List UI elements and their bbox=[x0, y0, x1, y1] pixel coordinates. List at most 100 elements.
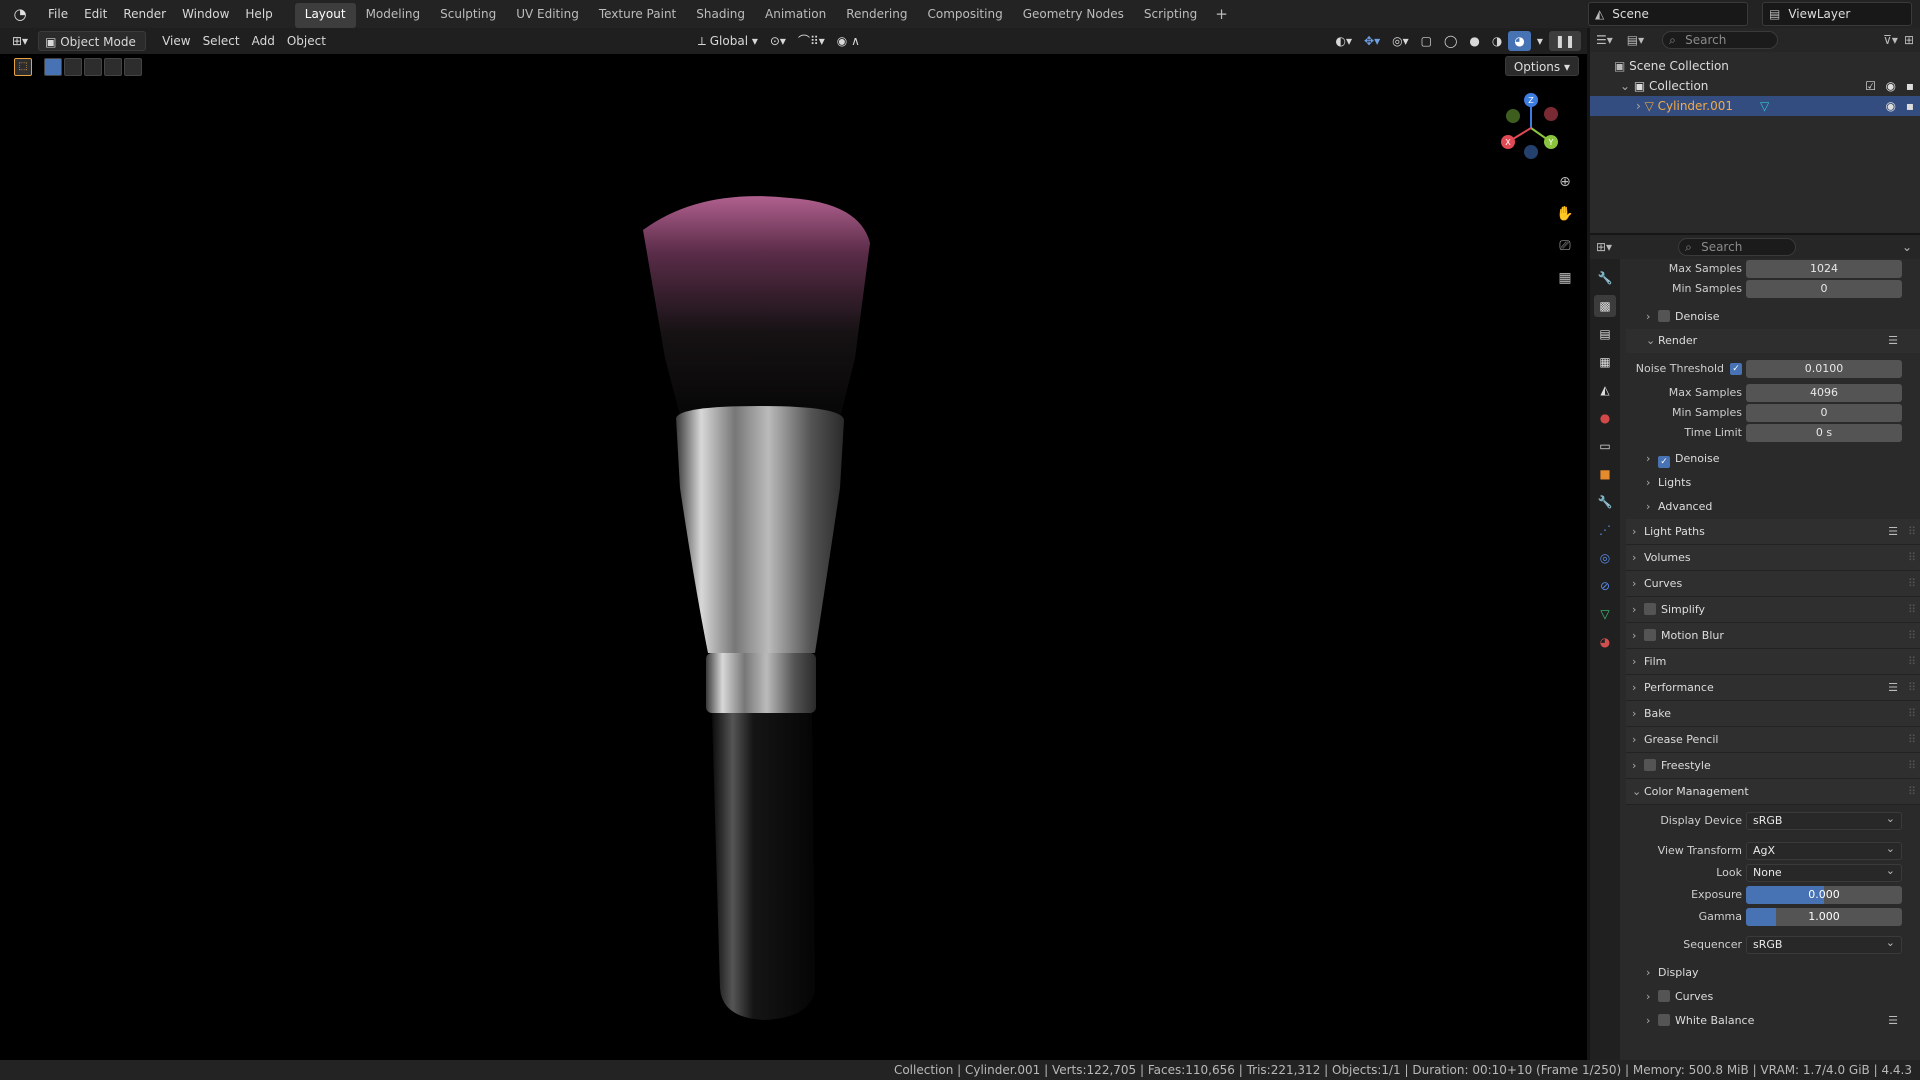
film-section[interactable]: › Film ⠿ bbox=[1626, 649, 1920, 675]
object-tab-icon[interactable]: ■ bbox=[1594, 463, 1616, 485]
tab-geometry-nodes[interactable]: Geometry Nodes bbox=[1013, 3, 1134, 28]
object-row[interactable]: › ▽ Cylinder.001 ▽ ◉ ▪ bbox=[1590, 96, 1920, 116]
properties-search-input[interactable]: ⌕ Search bbox=[1678, 238, 1797, 256]
viewport-min-samples-field[interactable]: 0 bbox=[1746, 280, 1902, 298]
menu-help[interactable]: Help bbox=[237, 0, 280, 28]
menu-window[interactable]: Window bbox=[174, 0, 237, 28]
curves-section[interactable]: › Curves ⠿ bbox=[1626, 571, 1920, 597]
camera-view-icon[interactable]: ⎚ bbox=[1553, 234, 1577, 258]
display-mode-icon[interactable]: ▤▾ bbox=[1627, 33, 1644, 47]
tool-tab-icon[interactable]: 🔧 bbox=[1594, 267, 1616, 289]
look-dropdown[interactable]: None bbox=[1746, 863, 1902, 882]
drag-handle-icon[interactable]: ⠿ bbox=[1908, 623, 1916, 649]
lights-subpanel[interactable]: › Lights bbox=[1626, 471, 1920, 495]
drag-handle-icon[interactable]: ⠿ bbox=[1908, 571, 1916, 597]
drag-handle-icon[interactable]: ⠿ bbox=[1908, 649, 1916, 675]
noise-threshold-checkbox[interactable]: ✓ bbox=[1730, 363, 1742, 375]
light-paths-section[interactable]: › Light Paths ☰ ⠿ bbox=[1626, 519, 1920, 545]
time-limit-field[interactable]: 0 s bbox=[1746, 424, 1902, 442]
simplify-section[interactable]: › Simplify ⠿ bbox=[1626, 597, 1920, 623]
add-workspace-icon[interactable]: + bbox=[1207, 0, 1236, 28]
drag-handle-icon[interactable]: ⠿ bbox=[1908, 545, 1916, 571]
physics-tab-icon[interactable]: ◎ bbox=[1594, 547, 1616, 569]
data-tab-icon[interactable]: ▽ bbox=[1594, 603, 1616, 625]
drag-handle-icon[interactable]: ⠿ bbox=[1908, 597, 1916, 623]
cm-display-subpanel[interactable]: › Display bbox=[1626, 961, 1920, 985]
tab-uv-editing[interactable]: UV Editing bbox=[506, 3, 589, 28]
tab-shading[interactable]: Shading bbox=[686, 3, 755, 28]
eye-icon[interactable]: ◉ bbox=[1886, 76, 1896, 96]
collection-row[interactable]: ⌄ ▣ Collection ☑ ◉ ▪ bbox=[1590, 76, 1920, 96]
exclude-checkbox[interactable]: ☑ bbox=[1865, 76, 1876, 96]
expand-chevron-icon[interactable]: › bbox=[1636, 99, 1645, 113]
freestyle-checkbox[interactable] bbox=[1644, 759, 1656, 771]
noise-threshold-field[interactable]: 0.0100 bbox=[1746, 360, 1902, 378]
menu-render[interactable]: Render bbox=[115, 0, 174, 28]
motion-blur-section[interactable]: › Motion Blur ⠿ bbox=[1626, 623, 1920, 649]
properties-options-icon[interactable]: ⌄ bbox=[1902, 240, 1912, 254]
render-tab-icon[interactable]: ▩ bbox=[1594, 295, 1616, 317]
collection-tab-icon[interactable]: ▭ bbox=[1594, 435, 1616, 457]
white-balance-subpanel[interactable]: › White Balance ☰ bbox=[1626, 1009, 1920, 1033]
world-tab-icon[interactable]: ● bbox=[1594, 407, 1616, 429]
scene-tab-icon[interactable]: ◭ bbox=[1594, 379, 1616, 401]
menu-file[interactable]: File bbox=[40, 0, 76, 28]
drag-handle-icon[interactable]: ⠿ bbox=[1908, 727, 1916, 753]
cm-curves-checkbox[interactable] bbox=[1658, 990, 1670, 1002]
white-balance-checkbox[interactable] bbox=[1658, 1014, 1670, 1026]
render-subpanel[interactable]: ⌄ Render ☰ bbox=[1626, 329, 1920, 353]
motion-blur-checkbox[interactable] bbox=[1644, 629, 1656, 641]
preset-list-icon[interactable]: ☰ bbox=[1888, 1009, 1898, 1033]
performance-section[interactable]: › Performance ☰ ⠿ bbox=[1626, 675, 1920, 701]
viewport-max-samples-field[interactable]: 1024 bbox=[1746, 260, 1902, 278]
outliner-editor-icon[interactable]: ☰▾ bbox=[1596, 33, 1613, 47]
advanced-subpanel[interactable]: › Advanced bbox=[1626, 495, 1920, 519]
render-denoise-checkbox[interactable]: ✓ bbox=[1658, 456, 1670, 468]
display-device-dropdown[interactable]: sRGB bbox=[1746, 811, 1902, 830]
grease-pencil-section[interactable]: › Grease Pencil ⠿ bbox=[1626, 727, 1920, 753]
3d-viewport[interactable]: ⊞▾ ▣ Object Mode ▾ View Select Add Objec… bbox=[0, 28, 1587, 1060]
material-tab-icon[interactable]: ◕ bbox=[1594, 631, 1616, 653]
sequencer-dropdown[interactable]: sRGB bbox=[1746, 935, 1902, 954]
scene-collection-row[interactable]: ▣ Scene Collection bbox=[1590, 56, 1920, 76]
expand-chevron-icon[interactable]: ⌄ bbox=[1620, 79, 1634, 93]
tab-texture-paint[interactable]: Texture Paint bbox=[589, 3, 686, 28]
tab-scripting[interactable]: Scripting bbox=[1134, 3, 1207, 28]
render-denoise-subpanel[interactable]: › ✓ Denoise bbox=[1626, 447, 1920, 471]
view-transform-dropdown[interactable]: AgX bbox=[1746, 841, 1902, 860]
preset-list-icon[interactable]: ☰ bbox=[1888, 519, 1898, 545]
zoom-icon[interactable]: ⊕ bbox=[1553, 170, 1577, 194]
tab-rendering[interactable]: Rendering bbox=[836, 3, 917, 28]
outliner-search-input[interactable]: ⌕ Search bbox=[1662, 31, 1779, 49]
tab-animation[interactable]: Animation bbox=[755, 3, 836, 28]
cm-curves-subpanel[interactable]: › Curves bbox=[1626, 985, 1920, 1009]
bake-section[interactable]: › Bake ⠿ bbox=[1626, 701, 1920, 727]
drag-handle-icon[interactable]: ⠿ bbox=[1908, 519, 1916, 545]
constraints-tab-icon[interactable]: ⊘ bbox=[1594, 575, 1616, 597]
drag-handle-icon[interactable]: ⠿ bbox=[1908, 753, 1916, 779]
filter-icon[interactable]: ⊽▾ bbox=[1883, 33, 1898, 47]
drag-handle-icon[interactable]: ⠿ bbox=[1908, 701, 1916, 727]
viewport-denoise-checkbox[interactable] bbox=[1658, 310, 1670, 322]
tab-modeling[interactable]: Modeling bbox=[356, 3, 431, 28]
camera-render-icon[interactable]: ▪ bbox=[1906, 76, 1914, 96]
color-management-section[interactable]: ⌄ Color Management ⠿ bbox=[1626, 779, 1920, 805]
drag-handle-icon[interactable]: ⠿ bbox=[1908, 779, 1916, 805]
view-layer-tab-icon[interactable]: ▦ bbox=[1594, 351, 1616, 373]
tab-layout[interactable]: Layout bbox=[294, 3, 356, 28]
drag-handle-icon[interactable]: ⠿ bbox=[1908, 675, 1916, 701]
eye-icon[interactable]: ◉ bbox=[1886, 96, 1896, 116]
properties-editor-icon[interactable]: ⊞▾ bbox=[1596, 240, 1612, 254]
camera-render-icon[interactable]: ▪ bbox=[1906, 96, 1914, 116]
modifier-tab-icon[interactable]: 🔧 bbox=[1594, 491, 1616, 513]
navigation-gizmo[interactable]: Z Y X bbox=[1491, 88, 1571, 168]
particles-tab-icon[interactable]: ⋰ bbox=[1594, 519, 1616, 541]
preset-list-icon[interactable]: ☰ bbox=[1888, 675, 1898, 701]
freestyle-section[interactable]: › Freestyle ⠿ bbox=[1626, 753, 1920, 779]
render-min-samples-field[interactable]: 0 bbox=[1746, 404, 1902, 422]
preset-list-icon[interactable]: ☰ bbox=[1888, 329, 1898, 353]
gamma-slider[interactable]: 1.000 bbox=[1746, 908, 1902, 926]
tab-sculpting[interactable]: Sculpting bbox=[430, 3, 506, 28]
output-tab-icon[interactable]: ▤ bbox=[1594, 323, 1616, 345]
pan-hand-icon[interactable]: ✋ bbox=[1553, 202, 1577, 226]
